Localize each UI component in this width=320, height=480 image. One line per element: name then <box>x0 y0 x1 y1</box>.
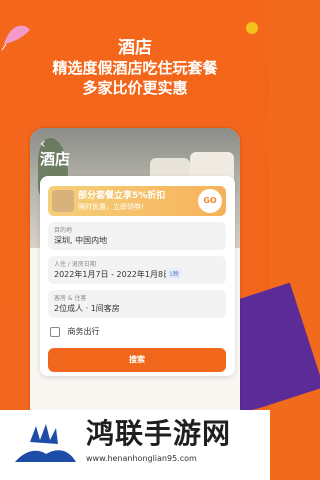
promo-headline: 酒店 精选度假酒店吃住玩套餐 多家比价更实惠 <box>0 38 270 98</box>
headline-line-1: 酒店 <box>118 38 152 58</box>
guests-value: 2位成人 · 1间客房 <box>54 304 120 313</box>
guests-label: 客房 & 住客 <box>54 295 87 302</box>
dates-value: 2022年1月7日 - 2022年1月8日 <box>54 270 172 279</box>
watermark-url: www.henanhonglian95.com <box>86 454 197 463</box>
destination-field[interactable]: 目的地 深圳, 中国内地 <box>48 222 226 250</box>
watermark-bar: 鸿联手游网 www.henanhonglian95.com <box>0 410 270 480</box>
circle-decoration-icon <box>246 22 258 34</box>
headline-line-2: 精选度假酒店吃住玩套餐 <box>52 59 218 77</box>
search-button[interactable]: 搜索 <box>48 348 226 372</box>
page-title: 酒店 <box>40 150 71 168</box>
dates-field[interactable]: 入住 / 退房日期 2022年1月7日 - 2022年1月8日 1晚 <box>48 256 226 284</box>
business-trip-checkbox[interactable]: 商务出行 <box>50 326 100 337</box>
go-button[interactable]: GO <box>198 189 222 213</box>
checkbox-icon[interactable] <box>50 326 60 337</box>
destination-label: 目的地 <box>54 227 73 234</box>
headline-line-3: 多家比价更实惠 <box>82 79 188 97</box>
destination-value: 深圳, 中国内地 <box>54 236 108 245</box>
dates-label: 入住 / 退房日期 <box>54 261 96 268</box>
search-card: 部分套餐立享5%折扣 限时优惠，立即领券! GO 目的地 深圳, 中国内地 入住… <box>40 176 235 376</box>
nights-badge: 1晚 <box>166 268 182 279</box>
guests-field[interactable]: 客房 & 住客 2位成人 · 1间客房 <box>48 290 226 318</box>
business-trip-label: 商务出行 <box>67 327 100 336</box>
watermark-title: 鸿联手游网 <box>86 417 232 450</box>
promo-thumbnail-image <box>52 190 74 212</box>
banner-title: 部分套餐立享5%折扣 <box>78 191 166 201</box>
discount-banner[interactable]: 部分套餐立享5%折扣 限时优惠，立即领券! GO <box>48 186 226 216</box>
banner-subtitle: 限时优惠，立即领券! <box>78 203 144 211</box>
deer-logo-icon <box>15 424 76 462</box>
